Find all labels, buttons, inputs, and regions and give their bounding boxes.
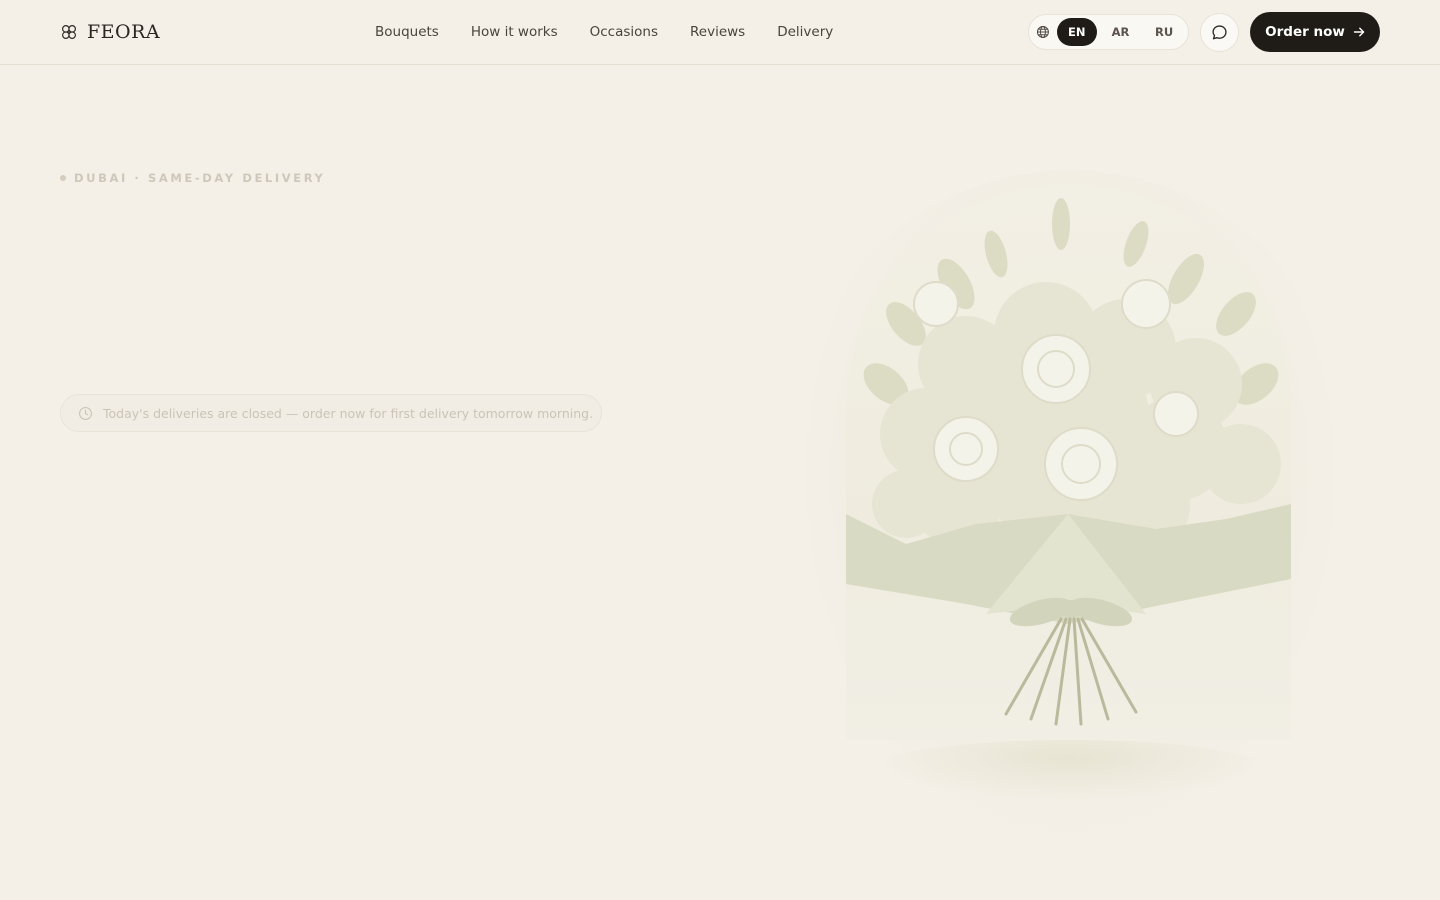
nav-delivery[interactable]: Delivery: [777, 24, 833, 40]
language-switcher: EN AR RU: [1028, 14, 1189, 50]
delivery-notice: Today's deliveries are closed — order no…: [60, 394, 602, 432]
nav-reviews[interactable]: Reviews: [690, 24, 745, 40]
language-option-en[interactable]: EN: [1056, 18, 1097, 46]
delivery-notice-text: Today's deliveries are closed — order no…: [103, 405, 594, 421]
hero-eyebrow-text: DUBAI · SAME-DAY DELIVERY: [74, 171, 326, 185]
globe-icon: [1036, 26, 1049, 38]
brand-logo[interactable]: FEORA: [60, 20, 160, 44]
main-nav: Bouquets How it works Occasions Reviews …: [375, 22, 833, 42]
order-now-label: Order now: [1265, 24, 1345, 40]
site-header: FEORA Bouquets How it works Occasions Re…: [0, 0, 1440, 65]
flower-logo-icon: [62, 25, 76, 39]
nav-bouquets[interactable]: Bouquets: [375, 24, 439, 40]
clock-icon: [79, 406, 92, 420]
bouquet-illustration: [846, 198, 1291, 726]
bouquet-shadow: [870, 740, 1270, 800]
chat-bubble-icon: [1212, 25, 1227, 40]
nav-occasions[interactable]: Occasions: [590, 24, 658, 40]
status-dot: [60, 175, 66, 181]
chat-button[interactable]: [1200, 13, 1239, 52]
brand-name: FEORA: [87, 21, 161, 43]
nav-how-it-works[interactable]: How it works: [471, 24, 558, 40]
bouquet-image: [846, 184, 1291, 740]
arrow-right-icon: [1353, 27, 1365, 37]
order-now-button[interactable]: Order now: [1250, 12, 1380, 52]
hero-eyebrow: DUBAI · SAME-DAY DELIVERY: [60, 170, 325, 186]
language-option-ru[interactable]: RU: [1144, 18, 1184, 46]
language-option-ar[interactable]: AR: [1101, 18, 1141, 46]
